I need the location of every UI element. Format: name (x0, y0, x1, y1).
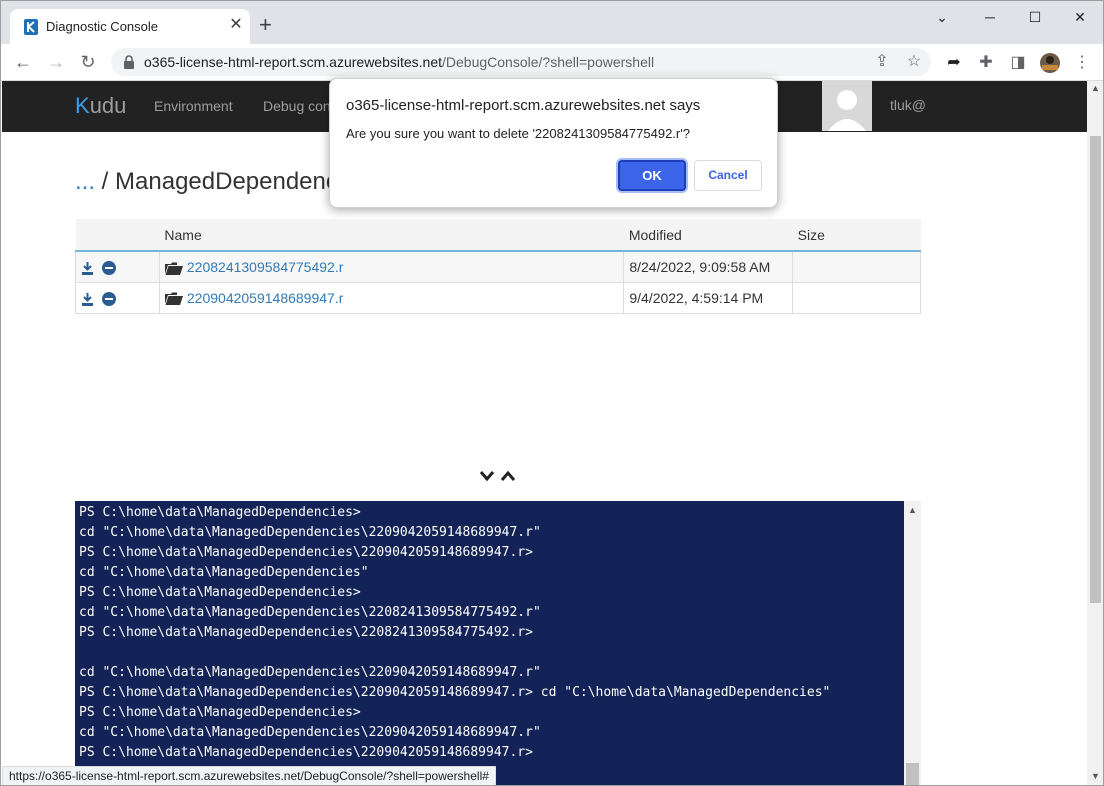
breadcrumb-separator: / (95, 168, 116, 195)
console-line: cd "C:\home\data\ManagedDependencies\220… (79, 605, 541, 620)
console-line: cd "C:\home\data\ManagedDependencies\220… (79, 725, 541, 740)
address-bar[interactable]: o365-license-html-report.scm.azurewebsit… (111, 48, 931, 76)
kudu-logo-k: K (75, 93, 90, 118)
page-scroll-down-icon[interactable]: ▼ (1091, 771, 1100, 781)
table-row: 2208241309584775492.r 8/24/2022, 9:09:58… (75, 250, 921, 283)
row-modified: 8/24/2022, 9:09:58 AM (623, 250, 794, 283)
table-header-row: Name Modified Size (75, 219, 921, 252)
minimize-button[interactable]: ─ (979, 7, 1001, 27)
row-size (792, 250, 921, 283)
table-row: 2209042059148689947.r 9/4/2022, 4:59:14 … (75, 281, 921, 314)
new-tab-button[interactable]: + (259, 14, 272, 36)
breadcrumb: ... / ManagedDependenc (75, 168, 338, 196)
file-link[interactable]: 2209042059148689947.r (187, 290, 344, 306)
extensions-puzzle-icon[interactable]: ✚ (975, 52, 997, 74)
console-scroll-up-icon[interactable]: ▲ (908, 505, 917, 515)
status-url-bubble: https://o365-license-html-report.scm.azu… (2, 766, 496, 785)
breadcrumb-up-link[interactable]: ... (75, 168, 95, 195)
user-avatar (822, 81, 872, 131)
console-scroll-thumb[interactable] (906, 763, 919, 785)
name-header: Name (159, 219, 624, 252)
url-path: /DebugConsole/?shell=powershell (442, 54, 655, 70)
dialog-message: Are you sure you want to delete '2208241… (346, 126, 690, 141)
console-line: cd "C:\home\data\ManagedDependencies\220… (79, 525, 541, 540)
console-line: PS C:\home\data\ManagedDependencies\2209… (79, 545, 533, 560)
tab-title: Diagnostic Console (46, 19, 159, 34)
modified-header: Modified (623, 219, 793, 252)
bookmark-star-icon[interactable]: ☆ (903, 51, 925, 73)
console-resize-toggle-icon[interactable] (478, 468, 520, 489)
tab-diagnostic-console[interactable]: Diagnostic Console ✕ (10, 9, 250, 44)
maximize-button[interactable]: ☐ (1024, 7, 1046, 27)
console-line: cd "C:\home\data\ManagedDependencies" (79, 565, 369, 580)
folder-open-icon (164, 292, 183, 306)
row-name: 2208241309584775492.r (158, 250, 625, 283)
console-line: PS C:\home\data\ManagedDependencies\2208… (79, 625, 533, 640)
kudu-favicon-icon (24, 19, 38, 35)
tab-close-icon[interactable]: ✕ (227, 16, 245, 34)
breadcrumb-current: ManagedDependenc (115, 168, 338, 195)
row-modified: 9/4/2022, 4:59:14 PM (623, 281, 794, 314)
console-line: PS C:\home\data\ManagedDependencies> (79, 705, 361, 720)
page-scroll-up-icon[interactable]: ▲ (1091, 83, 1100, 93)
cancel-button[interactable]: Cancel (694, 160, 762, 191)
size-header: Size (792, 219, 921, 252)
page-scroll-thumb[interactable] (1090, 136, 1101, 603)
nav-debug-console[interactable]: Debug con (263, 98, 331, 114)
delete-icon[interactable] (101, 291, 116, 306)
dialog-title: o365-license-html-report.scm.azurewebsit… (346, 97, 701, 114)
back-icon[interactable]: ← (11, 50, 35, 74)
tab-search-icon[interactable]: ⌄ (931, 7, 953, 27)
browser-window: Diagnostic Console ✕ + ⌄ ─ ☐ ✕ ← → ↻ o36… (0, 0, 1104, 786)
close-window-button[interactable]: ✕ (1069, 7, 1091, 27)
side-panel-icon[interactable]: ◨ (1007, 52, 1029, 74)
row-size (792, 281, 921, 314)
powershell-console[interactable]: PS C:\home\data\ManagedDependencies> cd "… (75, 501, 904, 785)
forward-icon[interactable]: → (44, 50, 68, 74)
file-link[interactable]: 2208241309584775492.r (187, 259, 344, 275)
nav-environment[interactable]: Environment (154, 98, 233, 114)
row-actions (75, 250, 160, 283)
browser-toolbar: ← → ↻ o365-license-html-report.scm.azure… (1, 44, 1103, 81)
row-actions (75, 281, 160, 314)
console-line: PS C:\home\data\ManagedDependencies\2209… (79, 745, 533, 760)
share-icon[interactable]: ⇪ (871, 51, 893, 73)
confirm-dialog: o365-license-html-report.scm.azurewebsit… (329, 78, 778, 208)
folder-open-icon (164, 262, 183, 275)
delete-icon[interactable] (101, 260, 116, 275)
actions-header (75, 219, 160, 252)
ok-button[interactable]: OK (618, 160, 686, 191)
console-line: PS C:\home\data\ManagedDependencies\2209… (79, 685, 831, 700)
download-icon[interactable] (81, 261, 94, 275)
console-line: cd "C:\home\data\ManagedDependencies\220… (79, 665, 541, 680)
url-host: o365-license-html-report.scm.azurewebsit… (144, 54, 443, 70)
forward-arrow-extension-icon[interactable]: ➦ (943, 52, 965, 74)
tab-strip: Diagnostic Console ✕ + ⌄ ─ ☐ ✕ (1, 1, 1103, 44)
file-table: Name Modified Size 2208241309584775492.r… (75, 219, 921, 314)
browser-menu-icon[interactable]: ⋮ (1071, 52, 1093, 74)
lock-icon (124, 55, 134, 69)
url-text: o365-license-html-report.scm.azurewebsit… (144, 54, 654, 70)
console-line: PS C:\home\data\ManagedDependencies> (79, 505, 361, 520)
profile-avatar-icon[interactable] (1039, 52, 1061, 74)
page-scrollbar[interactable]: ▲ ▼ (1087, 81, 1103, 785)
user-name[interactable]: tluk@ (890, 97, 926, 113)
row-name: 2209042059148689947.r (158, 281, 625, 314)
kudu-logo[interactable]: Kudu (75, 93, 126, 119)
console-scrollbar[interactable]: ▲ (904, 501, 921, 785)
reload-icon[interactable]: ↻ (76, 50, 100, 74)
kudu-logo-text: udu (89, 93, 127, 118)
console-line: PS C:\home\data\ManagedDependencies> (79, 585, 361, 600)
download-icon[interactable] (81, 292, 94, 306)
